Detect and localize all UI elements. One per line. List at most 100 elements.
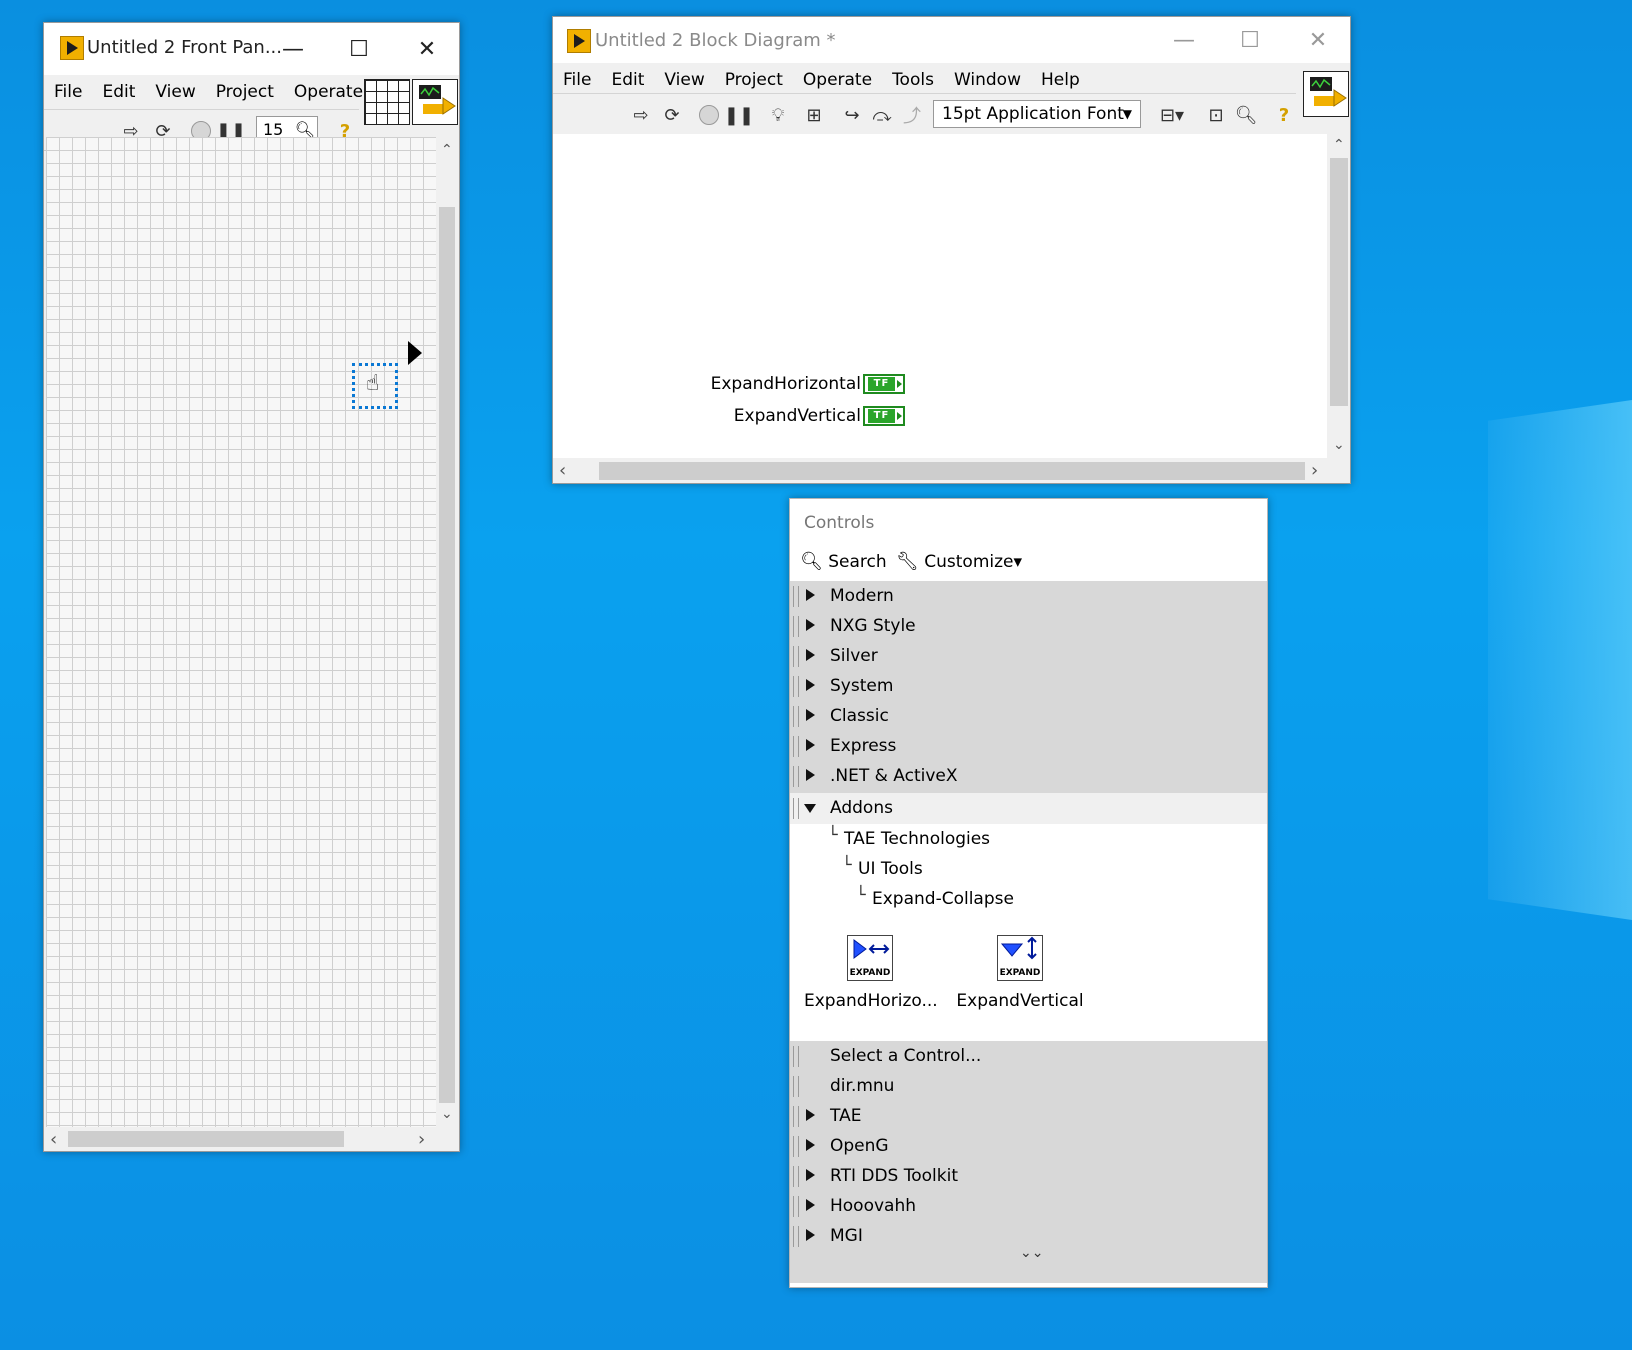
expand-arrow-icon	[806, 619, 815, 631]
front-panel-canvas[interactable]	[46, 137, 436, 1127]
context-help-icon[interactable]: ?	[1271, 102, 1297, 128]
block-diagram-window[interactable]: Untitled 2 Block Diagram * — ☐ ✕ File Ed…	[552, 16, 1351, 484]
pause-icon[interactable]: ❚❚	[724, 102, 754, 128]
vscroll-thumb[interactable]	[1330, 158, 1348, 406]
wrench-icon: 🔧︎	[896, 551, 919, 572]
vscroll-thumb[interactable]	[439, 207, 455, 1103]
distribute-objects-icon[interactable]: ⊡	[1203, 102, 1229, 128]
run-continuously-icon[interactable]: ⟳	[659, 102, 685, 128]
menu-view[interactable]: View	[145, 82, 205, 102]
palette-customize-button[interactable]: 🔧︎ Customize▾	[896, 551, 1022, 572]
menu-file[interactable]: File	[44, 82, 92, 102]
font-dropdown[interactable]: 15pt Application Font ▼	[933, 100, 1141, 128]
tree-item-ui-tools[interactable]: UI Tools	[842, 855, 923, 879]
scroll-right-icon[interactable]: ›	[418, 1131, 425, 1149]
maximize-button[interactable]: ☐	[1217, 17, 1283, 63]
palette-row-openg[interactable]: OpenG	[790, 1131, 1267, 1162]
palette-category-net-activex[interactable]: .NET & ActiveX	[790, 761, 1267, 792]
scroll-down-icon[interactable]: ⌄	[1333, 438, 1345, 452]
expand-arrow-icon	[806, 1199, 815, 1211]
front-panel-titlebar[interactable]: Untitled 2 Front Pan... — ☐ ✕	[44, 23, 459, 75]
menu-project[interactable]: Project	[715, 70, 793, 90]
boolean-terminal-expand-vertical[interactable]: TF	[863, 406, 905, 426]
hscroll-thumb[interactable]	[599, 462, 1305, 480]
close-button[interactable]: ✕	[1285, 17, 1350, 63]
menu-file[interactable]: File	[553, 70, 601, 90]
menu-tools[interactable]: Tools	[882, 70, 944, 90]
menu-project[interactable]: Project	[206, 82, 284, 102]
palette-item-expand-vertical[interactable]: EXPAND ExpandVertical	[954, 933, 1086, 1017]
search-icon[interactable]: 🔍︎	[1233, 102, 1259, 128]
highlight-execution-icon[interactable]: 💡︎	[765, 102, 791, 128]
expand-horizontal-icon: EXPAND	[847, 935, 893, 981]
tree-item-expand-collapse[interactable]: Expand-Collapse	[856, 885, 1014, 909]
menu-edit[interactable]: Edit	[601, 70, 654, 90]
block-diagram-vscrollbar[interactable]: ⌃ ⌄	[1327, 134, 1350, 458]
show-more-chevron-icon[interactable]: ⌄⌄	[1020, 1246, 1043, 1260]
front-panel-hscrollbar[interactable]: ‹ ›	[44, 1127, 436, 1151]
menu-operate[interactable]: Operate	[284, 82, 373, 102]
palette-category-modern[interactable]: Modern	[790, 581, 1267, 612]
scroll-up-icon[interactable]: ⌃	[441, 143, 453, 157]
block-diagram-canvas[interactable]: ExpandHorizontal TF ExpandVertical TF	[553, 134, 1327, 458]
row-label: TAE	[830, 1106, 862, 1126]
front-panel-menubar: File Edit View Project Operate	[44, 75, 373, 109]
palette-category-addons[interactable]: Addons	[790, 793, 1267, 824]
drag-grip-icon	[793, 766, 799, 787]
palette-row-dir-mnu[interactable]: dir.mnu	[790, 1071, 1267, 1102]
drag-grip-icon	[793, 586, 799, 607]
abort-icon[interactable]	[696, 102, 722, 128]
minimize-button[interactable]: —	[1151, 17, 1217, 63]
palette-row-rti-dds-toolkit[interactable]: RTI DDS Toolkit	[790, 1161, 1267, 1192]
palette-category-nxg-style[interactable]: NXG Style	[790, 611, 1267, 642]
palette-category-silver[interactable]: Silver	[790, 641, 1267, 672]
menu-help[interactable]: Help	[1031, 70, 1090, 90]
search-icon: 🔍︎	[800, 551, 823, 572]
menu-edit[interactable]: Edit	[92, 82, 145, 102]
front-panel-window[interactable]: Untitled 2 Front Pan... — ☐ ✕ File Edit …	[43, 22, 460, 1152]
step-into-icon[interactable]: ↪	[839, 102, 865, 128]
menu-operate[interactable]: Operate	[793, 70, 882, 90]
run-arrow-icon[interactable]: ⇨	[628, 102, 654, 128]
palette-category-system[interactable]: System	[790, 671, 1267, 702]
close-button[interactable]: ✕	[394, 23, 459, 75]
step-over-icon[interactable]: ⤼	[869, 102, 895, 128]
category-label: Express	[830, 736, 897, 756]
labview-app-icon	[567, 29, 591, 53]
palette-category-express[interactable]: Express	[790, 731, 1267, 762]
block-diagram-titlebar[interactable]: Untitled 2 Block Diagram * — ☐ ✕	[553, 17, 1350, 63]
tree-item-tae-technologies[interactable]: TAE Technologies	[828, 825, 990, 849]
front-panel-vscrollbar[interactable]: ⌃ ⌄	[436, 137, 458, 1127]
scroll-right-icon[interactable]: ›	[1311, 462, 1318, 480]
expand-arrow-icon[interactable]	[408, 341, 422, 365]
maximize-button[interactable]: ☐	[326, 23, 392, 75]
boolean-terminal-expand-horizontal[interactable]: TF	[863, 374, 905, 394]
drag-grip-icon	[793, 736, 799, 757]
palette-title: Controls	[804, 513, 875, 533]
hscroll-thumb[interactable]	[68, 1131, 344, 1147]
palette-search-button[interactable]: 🔍︎ Search	[800, 551, 887, 572]
palette-row-select-a-control[interactable]: Select a Control...	[790, 1041, 1267, 1072]
vi-icon[interactable]	[1303, 71, 1349, 117]
menu-window[interactable]: Window	[944, 70, 1031, 90]
palette-item-expand-horizontal[interactable]: EXPAND ExpandHorizo...	[804, 933, 938, 1017]
row-label: dir.mnu	[830, 1076, 895, 1096]
minimize-button[interactable]: —	[260, 23, 326, 75]
align-objects-icon[interactable]: ⊟▾	[1155, 102, 1189, 128]
selected-control-marker[interactable]: ☝	[350, 361, 402, 413]
menu-view[interactable]: View	[654, 70, 714, 90]
retain-wire-values-icon[interactable]: ⊞	[801, 102, 827, 128]
scroll-left-icon[interactable]: ‹	[50, 1131, 57, 1149]
palette-category-classic[interactable]: Classic	[790, 701, 1267, 732]
scroll-down-icon[interactable]: ⌄	[441, 1107, 453, 1121]
drag-grip-icon	[793, 676, 799, 697]
controls-palette[interactable]: Controls 🔍︎ Search 🔧︎ Customize▾ Modern …	[789, 498, 1268, 1288]
step-out-icon[interactable]: ⤴	[899, 102, 925, 128]
connector-pane-icon[interactable]	[364, 79, 410, 125]
palette-row-tae[interactable]: TAE	[790, 1101, 1267, 1132]
scroll-left-icon[interactable]: ‹	[559, 462, 566, 480]
palette-row-hooovahh[interactable]: Hooovahh	[790, 1191, 1267, 1222]
vi-icon[interactable]	[412, 79, 458, 125]
scroll-up-icon[interactable]: ⌃	[1333, 138, 1345, 152]
block-diagram-hscrollbar[interactable]: ‹ ›	[553, 458, 1327, 483]
